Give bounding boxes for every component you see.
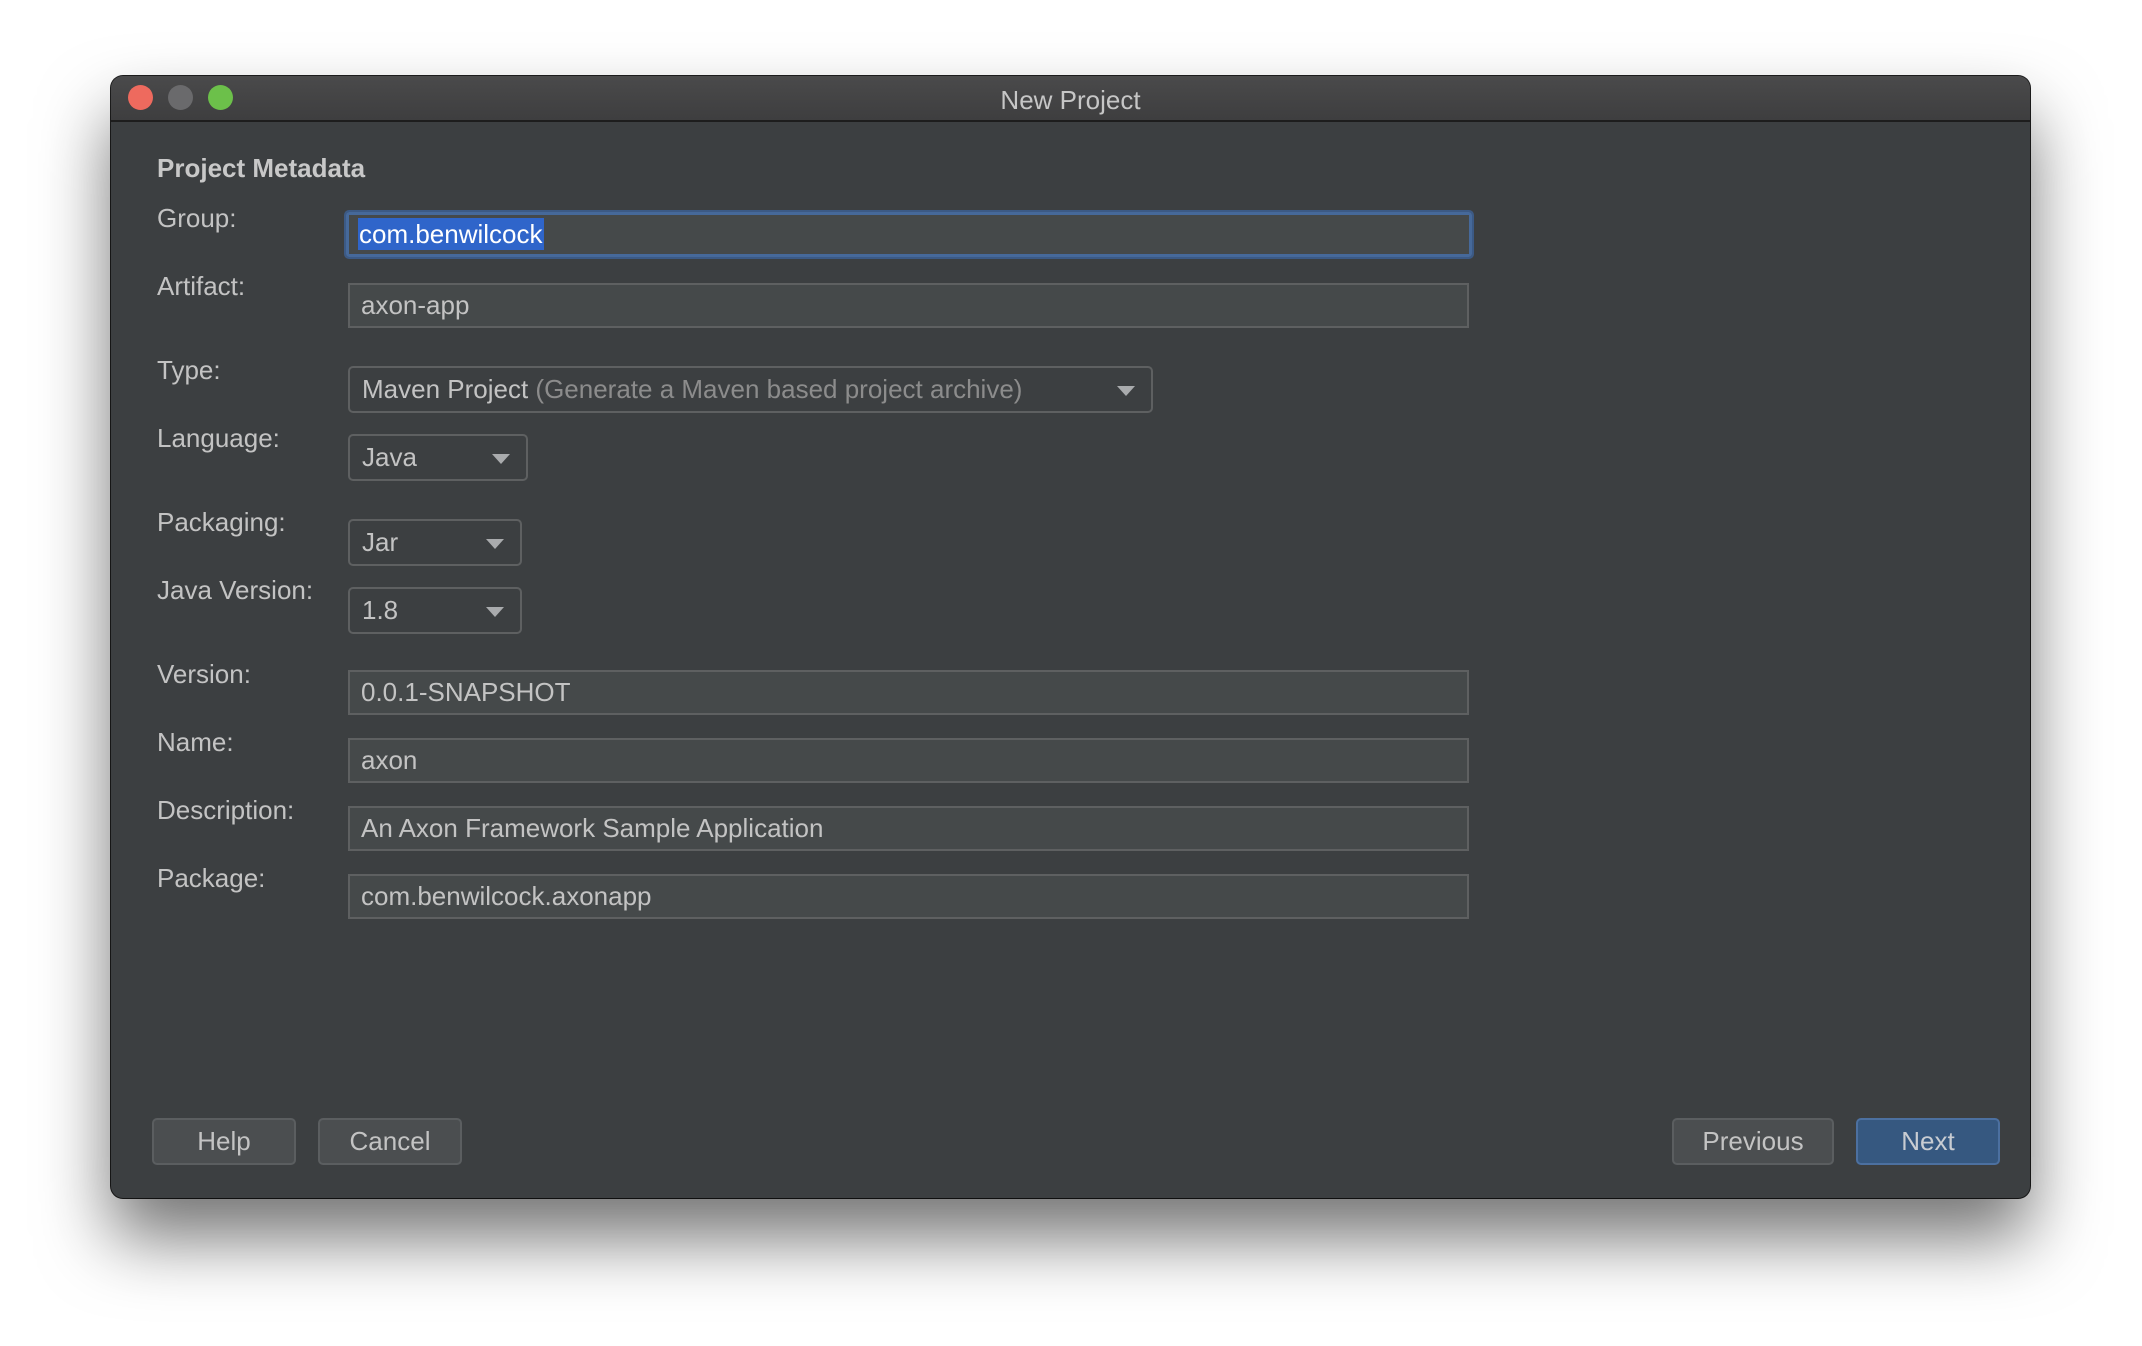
package-label: Package: bbox=[157, 863, 266, 893]
chevron-down-icon bbox=[492, 454, 510, 464]
java-version-value: 1.8 bbox=[362, 595, 399, 625]
group-label: Group: bbox=[157, 203, 237, 233]
artifact-label: Artifact: bbox=[157, 271, 246, 301]
description-input[interactable]: An Axon Framework Sample Application bbox=[348, 806, 1469, 851]
type-value: Maven Project bbox=[362, 374, 529, 404]
description-label: Description: bbox=[157, 795, 295, 825]
type-hint: (Generate a Maven based project archive) bbox=[535, 374, 1023, 404]
help-button[interactable]: Help bbox=[152, 1118, 296, 1165]
section-title: Project Metadata bbox=[157, 153, 366, 183]
new-project-dialog: New Project Project Metadata Group: com.… bbox=[111, 76, 2030, 1198]
artifact-input[interactable]: axon-app bbox=[348, 283, 1469, 328]
type-label: Type: bbox=[157, 355, 221, 385]
chevron-down-icon bbox=[486, 539, 504, 549]
previous-button[interactable]: Previous bbox=[1672, 1118, 1834, 1165]
cancel-button[interactable]: Cancel bbox=[318, 1118, 462, 1165]
group-input[interactable]: com.benwilcock bbox=[344, 210, 1474, 259]
version-input[interactable]: 0.0.1-SNAPSHOT bbox=[348, 670, 1469, 715]
packaging-label: Packaging: bbox=[157, 507, 286, 537]
package-input[interactable]: com.benwilcock.axonapp bbox=[348, 874, 1469, 919]
java-version-dropdown[interactable]: 1.8 bbox=[348, 587, 522, 634]
type-dropdown[interactable]: Maven Project (Generate a Maven based pr… bbox=[348, 366, 1153, 413]
packaging-dropdown[interactable]: Jar bbox=[348, 519, 522, 566]
packaging-value: Jar bbox=[362, 527, 399, 557]
next-button[interactable]: Next bbox=[1856, 1118, 2000, 1165]
version-label: Version: bbox=[157, 659, 251, 689]
java-version-label: Java Version: bbox=[157, 575, 314, 605]
window-title: New Project bbox=[1000, 85, 1141, 115]
title-bar[interactable]: New Project bbox=[111, 76, 2030, 122]
chevron-down-icon bbox=[1117, 386, 1135, 396]
language-value: Java bbox=[362, 442, 417, 472]
language-dropdown[interactable]: Java bbox=[348, 434, 528, 481]
name-label: Name: bbox=[157, 727, 234, 757]
language-label: Language: bbox=[157, 423, 280, 453]
name-input[interactable]: axon bbox=[348, 738, 1469, 783]
chevron-down-icon bbox=[486, 607, 504, 617]
group-value: com.benwilcock bbox=[358, 218, 544, 250]
